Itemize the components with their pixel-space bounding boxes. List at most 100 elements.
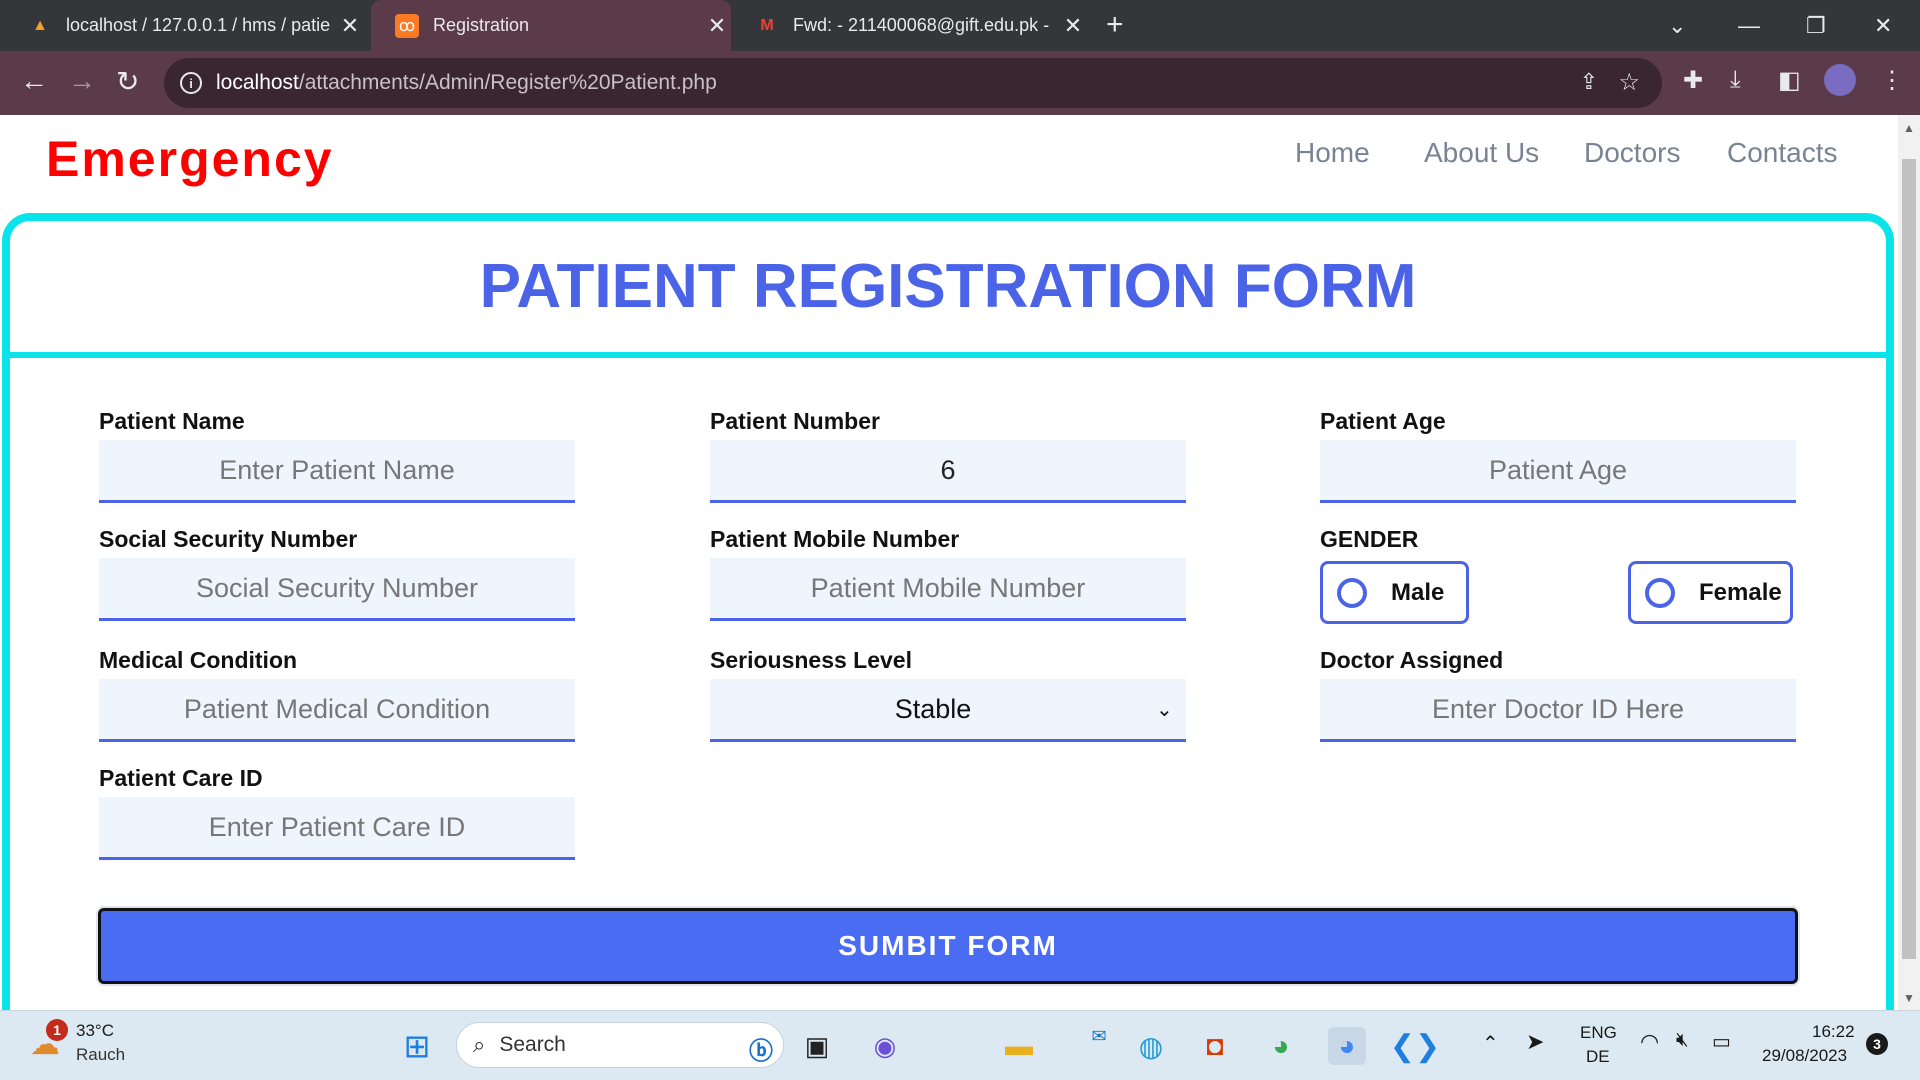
vscode-icon[interactable]: ❮❯ [1390,1027,1440,1065]
language-secondary[interactable]: DE [1586,1047,1610,1067]
chrome-icon[interactable]: ◕ [1328,1027,1366,1065]
download-icon[interactable]: ⤓ [1730,66,1741,94]
page-scrollbar[interactable]: ▲ ▼ [1898,115,1920,1010]
site-logo[interactable]: Emergency [46,130,334,188]
gender-label: GENDER [1320,526,1419,552]
start-icon[interactable]: ⊞ [398,1027,436,1065]
radio-circle-icon [1337,577,1367,608]
language-primary[interactable]: ENG [1580,1023,1617,1043]
phpmyadmin-icon: ▲ [32,16,48,34]
close-tab-icon[interactable]: ✕ [336,13,364,39]
patient-number-label: Patient Number [710,408,880,434]
nav-home[interactable]: Home [1295,137,1370,169]
medical-condition-label: Medical Condition [99,647,298,673]
submit-button[interactable]: SUMBIT FORM [98,908,1798,984]
patient-number-input[interactable]: 6 [710,440,1186,503]
seriousness-select[interactable]: Stable ⌄ [710,679,1186,742]
weather-desc: Rauch [76,1045,126,1064]
scrollbar-thumb[interactable] [1902,159,1916,959]
nav-about-us[interactable]: About Us [1424,137,1539,169]
weather-badge: 1 [46,1019,68,1041]
doctor-id-input[interactable]: Enter Doctor ID Here [1320,679,1796,742]
ssn-input[interactable]: Social Security Number [99,558,575,621]
side-panel-icon[interactable]: ◧ [1778,66,1801,95]
medical-condition-input[interactable]: Patient Medical Condition [99,679,575,742]
bing-icon[interactable]: ⓑ [749,1031,773,1066]
bookmark-star-icon[interactable]: ☆ [1618,68,1640,97]
mobile-label: Patient Mobile Number [710,526,960,552]
url-host: localhost [216,71,299,94]
wifi-icon[interactable]: ◠ [1640,1029,1659,1055]
close-window-button[interactable]: ✕ [1874,0,1892,51]
browser-tab-bar: ▲ localhost / 127.0.0.1 / hms / patie ✕ … [0,0,1920,51]
seriousness-label: Seriousness Level [710,647,912,673]
patient-age-label: Patient Age [1320,408,1446,434]
site-info-icon[interactable]: i [180,72,202,94]
file-explorer-icon[interactable]: ▬ [1000,1027,1038,1065]
gender-female-label: Female [1699,578,1782,606]
nav-contacts[interactable]: Contacts [1727,137,1838,169]
notification-badge[interactable]: 3 [1866,1033,1888,1055]
patient-name-label: Patient Name [99,408,245,434]
nav-doctors[interactable]: Doctors [1584,137,1680,169]
tab-gmail[interactable]: M Fwd: - 211400068@gift.edu.pk - ✕ [731,0,1087,51]
tab-phpmyadmin[interactable]: ▲ localhost / 127.0.0.1 / hms / patie ✕ [4,0,364,51]
profile-avatar[interactable] [1824,64,1856,96]
gender-male-radio[interactable]: Male [1320,561,1469,624]
minimize-button[interactable]: — [1738,0,1760,51]
clock-date[interactable]: 29/08/2023 [1762,1046,1847,1066]
menu-icon[interactable]: ⋮ [1880,66,1904,95]
doctor-assigned-label: Doctor Assigned [1320,647,1504,673]
taskbar-search[interactable]: ⌕ Search ⓑ [456,1022,784,1068]
page-viewport: Emergency Home About Us Doctors Contacts… [0,115,1898,1010]
radio-circle-icon [1645,577,1675,608]
office-icon[interactable]: ◘ [1196,1027,1234,1065]
gender-male-label: Male [1391,578,1445,606]
location-icon[interactable]: ➤ [1526,1029,1544,1055]
patient-age-input[interactable]: Patient Age [1320,440,1796,503]
browser-toolbar: ← → ↻ i localhost/attachments/Admin/Regi… [0,51,1920,115]
form-title: PATIENT REGISTRATION FORM [479,252,1417,321]
tab-registration[interactable]: ꝏ Registration ✕ [371,0,731,51]
seriousness-value: Stable [894,693,972,724]
taskbar: ☁ 1 33°C Rauch ⊞ ⌕ Search ⓑ ▣ ◉ ▬ ✉ ◍ ◘ … [0,1010,1920,1080]
weather-temp: 33°C [76,1021,114,1040]
search-icon: ⌕ [473,1032,486,1057]
scroll-up-icon[interactable]: ▲ [1903,121,1915,135]
extensions-icon[interactable]: ✚ [1683,66,1703,95]
scroll-down-icon[interactable]: ▼ [1903,991,1915,1005]
battery-icon[interactable]: ▭ [1712,1029,1731,1054]
teams-chat-icon[interactable]: ◉ [866,1027,904,1065]
url-path: /attachments/Admin/Register%20Patient.ph… [298,71,717,94]
mail-icon[interactable]: ✉ [1080,1017,1118,1055]
tab-title: localhost / 127.0.0.1 / hms / patie [66,15,331,35]
chevron-up-icon[interactable]: ⌃ [1482,1031,1499,1056]
reload-icon[interactable]: ↻ [116,65,139,98]
chevron-down-icon: ⌄ [1156,698,1173,721]
tab-title: Registration [433,15,530,35]
clock-time[interactable]: 16:22 [1812,1022,1855,1042]
forward-icon[interactable]: → [68,65,96,97]
back-icon[interactable]: ← [20,65,48,97]
tab-title: Fwd: - 211400068@gift.edu.pk - [793,15,1050,35]
task-view-icon[interactable]: ▣ [798,1027,836,1065]
title-divider [10,352,1886,358]
ssn-label: Social Security Number [99,526,358,552]
mobile-input[interactable]: Patient Mobile Number [710,558,1186,621]
share-icon[interactable]: ⇪ [1580,69,1598,95]
care-id-input[interactable]: Enter Patient Care ID [99,797,575,860]
new-tab-button[interactable]: + [1106,8,1124,42]
patient-name-input[interactable]: Enter Patient Name [99,440,575,503]
chrome-profile-icon[interactable]: ◕ [1262,1027,1300,1065]
tab-search-icon[interactable]: ⌄ [1668,0,1686,51]
speaker-muted-icon[interactable]: 🔇︎ [1676,1029,1689,1052]
close-tab-icon[interactable]: ✕ [1059,13,1087,39]
address-bar[interactable]: i localhost/attachments/Admin/Register%2… [164,58,1662,108]
restore-button[interactable]: ❐ [1806,0,1826,51]
close-tab-icon[interactable]: ✕ [703,13,731,39]
edge-icon[interactable]: ◍ [1132,1027,1170,1065]
gmail-icon: M [760,16,774,34]
xampp-icon: ꝏ [395,13,419,38]
care-id-label: Patient Care ID [99,765,263,791]
gender-female-radio[interactable]: Female [1628,561,1793,624]
